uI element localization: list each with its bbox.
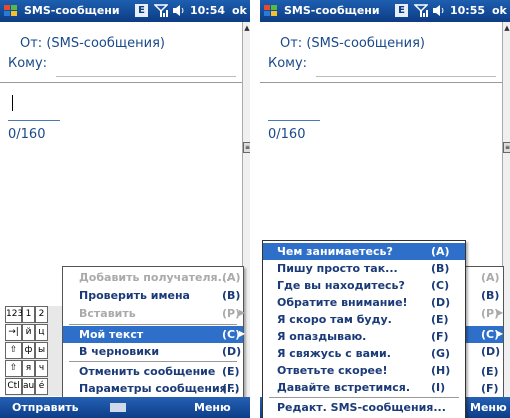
softkey-bar: Отправить Меню — [0, 397, 250, 418]
options-menu: Добавить получателя... (A) Проверить имен… — [62, 266, 246, 399]
signal-icon[interactable] — [154, 3, 168, 18]
to-field[interactable]: Кому: — [8, 56, 250, 76]
key[interactable]: au — [22, 378, 35, 395]
submenu-item-be-there-soon[interactable]: Я скоро там буду. (E) — [263, 311, 465, 328]
menu-item-insert[interactable]: Вставить (P) ▶ — [63, 305, 246, 322]
submenu-item-attention[interactable]: Обратите внимание! (D) — [263, 294, 465, 311]
menu-softkey[interactable]: Меню — [194, 401, 231, 414]
submenu-arrow-icon: ▶ — [497, 329, 504, 338]
char-counter: 0/160 — [8, 127, 46, 142]
key[interactable]: 1 — [22, 306, 35, 323]
menu-softkey[interactable]: Меню — [470, 401, 507, 414]
my-text-submenu: Чем занимаетесь? (A) Пишу просто так... (B… — [262, 240, 466, 418]
menu-item-add-recipient[interactable]: (A) — [461, 269, 503, 286]
menu-item-cancel-message[interactable]: (E) — [461, 363, 503, 380]
key[interactable]: я — [22, 360, 35, 377]
menu-divider — [269, 397, 459, 398]
menu-divider — [69, 361, 237, 362]
submenu-item-where-are-you[interactable]: Где вы находитесь? (C) — [263, 277, 465, 294]
key[interactable]: é — [35, 378, 48, 395]
message-input-line — [8, 120, 60, 121]
submenu-item-running-late[interactable]: Я опаздываю. (F) — [263, 328, 465, 345]
menu-item-cancel-message[interactable]: Отменить сообщение (E) — [63, 363, 243, 380]
submenu-item-lets-meet[interactable]: Давайте встретимся. (I) — [263, 379, 465, 396]
input-method-icon[interactable]: E — [395, 4, 408, 17]
menu-item-drafts[interactable]: В черновики (D) — [63, 343, 243, 360]
title-bar: SMS-сообщени E 10:55 ok — [260, 0, 510, 22]
submenu-item-reply-soon[interactable]: Ответьте скорее! (H) — [263, 362, 465, 379]
key[interactable]: ⇧ — [5, 360, 22, 377]
menu-item-message-options[interactable]: Параметры сообщения... (F) — [63, 380, 243, 397]
menu-item-insert[interactable]: (P) ▶ — [461, 305, 503, 322]
submenu-item-edit-sms[interactable]: Редакт. SMS-сообщения... — [263, 399, 465, 416]
scroll-up-icon[interactable]: ▲ — [503, 24, 510, 32]
submenu-item-will-contact[interactable]: Я свяжусь с вами. (G) — [263, 345, 465, 362]
submenu-arrow-icon: ▶ — [239, 308, 246, 317]
signal-icon[interactable] — [414, 3, 428, 18]
app-title: SMS-сообщени — [24, 4, 120, 17]
key[interactable]: й — [22, 324, 35, 341]
key[interactable]: ц — [35, 324, 48, 341]
message-input-line — [268, 120, 320, 121]
scroll-thumb[interactable]: ≡ — [503, 142, 510, 153]
key[interactable]: 2 — [35, 306, 48, 323]
clock[interactable]: 10:55 — [450, 4, 485, 17]
app-title: SMS-сообщени — [284, 4, 380, 17]
header-divider — [0, 82, 242, 83]
menu-item-check-names[interactable]: (B) — [461, 287, 503, 304]
speaker-icon[interactable] — [172, 3, 186, 18]
left-screen: SMS-сообщени E 10:54 ok От: (SMS-сообщен… — [0, 0, 250, 418]
menu-item-my-text[interactable]: Мой текст (C) ▶ — [63, 326, 246, 343]
scroll-thumb[interactable]: ≡ — [243, 142, 250, 153]
menu-divider — [69, 324, 237, 325]
ok-button[interactable]: ok — [232, 4, 247, 17]
key[interactable]: →| — [5, 324, 22, 341]
submenu-item-what-are-you-doing[interactable]: Чем занимаетесь? (A) — [263, 243, 465, 260]
key[interactable]: ⇧ — [5, 342, 22, 359]
key[interactable]: ы — [35, 342, 48, 359]
key[interactable]: ч — [35, 360, 48, 377]
key[interactable]: ф — [22, 342, 35, 359]
keyboard-icon[interactable] — [110, 403, 126, 412]
menu-item-add-recipient[interactable]: Добавить получателя... (A) — [63, 269, 243, 286]
to-input-line — [56, 76, 236, 77]
submenu-item-just-writing[interactable]: Пишу просто так... (B) — [263, 260, 465, 277]
scroll-up-icon[interactable]: ▲ — [243, 24, 250, 32]
header-divider — [260, 82, 502, 83]
from-field[interactable]: От: (SMS-сообщения) — [280, 36, 510, 56]
submenu-arrow-icon: ▶ — [239, 329, 246, 338]
from-field[interactable]: От: (SMS-сообщения) — [20, 36, 250, 56]
menu-item-check-names[interactable]: Проверить имена (B) — [63, 287, 243, 304]
options-menu: (A) (B) (P) ▶ (C) ▶ (D) (E) (F) — [460, 266, 504, 399]
menu-item-drafts[interactable]: (D) — [461, 343, 503, 360]
submenu-arrow-icon: ▶ — [497, 308, 504, 317]
to-field[interactable]: Кому: — [268, 56, 510, 76]
send-softkey[interactable]: Отправить — [12, 401, 79, 414]
input-method-icon[interactable]: E — [135, 4, 148, 17]
soft-keyboard: 123 1 2 →| й ц ⇧ ф ы ⇧ я ч Ctl au é — [5, 306, 65, 396]
clock[interactable]: 10:54 — [190, 4, 225, 17]
char-counter: 0/160 — [268, 127, 306, 142]
menu-item-message-options[interactable]: (F) — [461, 380, 503, 397]
key[interactable]: 123 — [5, 306, 23, 323]
menu-item-my-text[interactable]: (C) ▶ — [461, 326, 503, 343]
key[interactable]: Ctl — [5, 378, 22, 395]
title-bar: SMS-сообщени E 10:54 ok — [0, 0, 250, 22]
to-input-line — [316, 76, 496, 77]
ok-button[interactable]: ok — [492, 4, 507, 17]
windows-start-icon[interactable] — [3, 3, 19, 19]
text-caret — [12, 95, 13, 111]
windows-start-icon[interactable] — [263, 3, 279, 19]
speaker-icon[interactable] — [432, 3, 446, 18]
right-screen: SMS-сообщени E 10:55 ok От: (SMS-сообщен… — [260, 0, 510, 418]
